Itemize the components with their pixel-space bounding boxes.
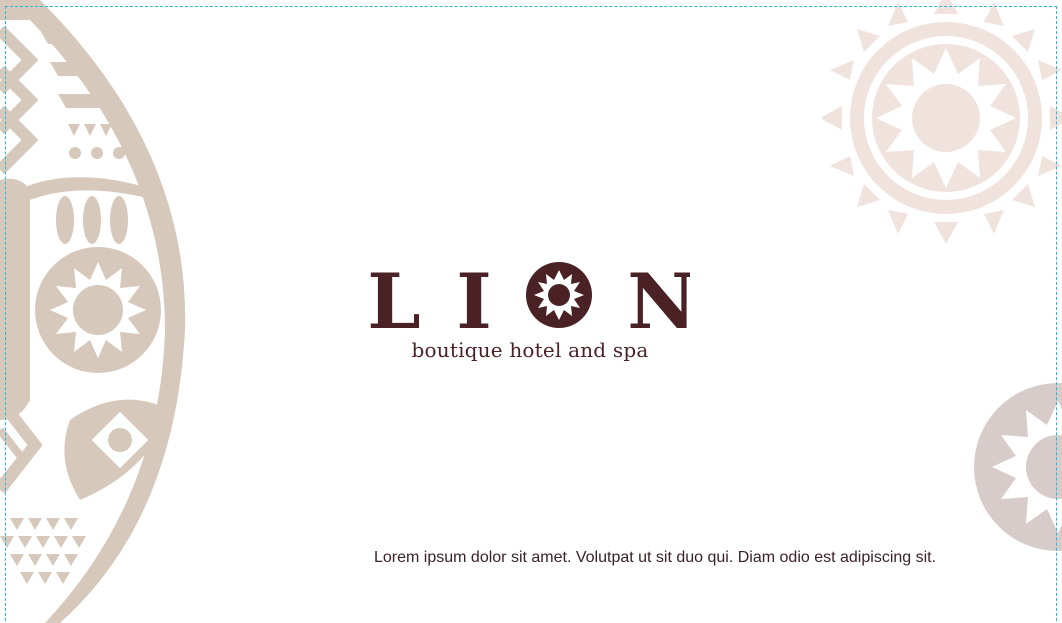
logo-letter-i: I [456,262,492,332]
body-text: Lorem ipsum dolor sit amet. Volutpat ut … [374,549,937,566]
lion-wordmark: L I N [367,257,696,346]
brand-tagline: boutique hotel and spa [411,338,649,362]
logo-sun-o-icon [526,262,592,328]
logo-letter-n: N [627,262,690,332]
sun-ornament-top-right [822,0,1062,244]
tribal-leaf-ornament [0,0,186,623]
business-card-canvas: L I N boutique hotel and spa Lorem ipsum… [0,0,1062,623]
logo-letter-l: L [370,262,421,332]
sun-ornament-bottom-right [974,383,1062,551]
